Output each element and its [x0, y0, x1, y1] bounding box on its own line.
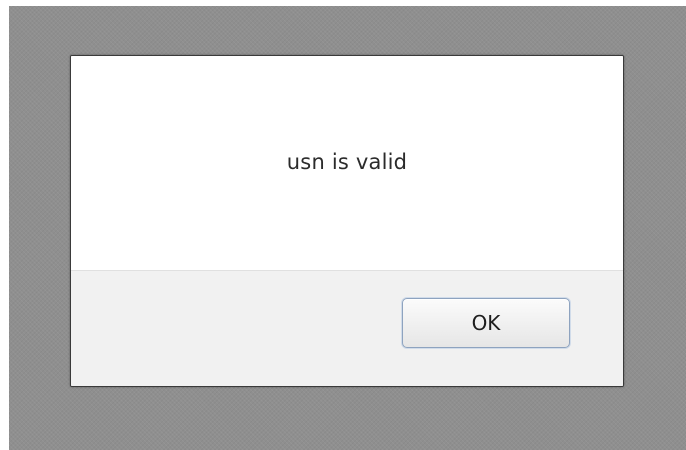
dialog-footer: OK [71, 270, 623, 386]
dialog-message: usn is valid [286, 150, 408, 174]
alert-dialog: usn is valid OK [70, 55, 624, 387]
dialog-body: usn is valid [71, 56, 623, 270]
ok-button[interactable]: OK [402, 298, 570, 348]
